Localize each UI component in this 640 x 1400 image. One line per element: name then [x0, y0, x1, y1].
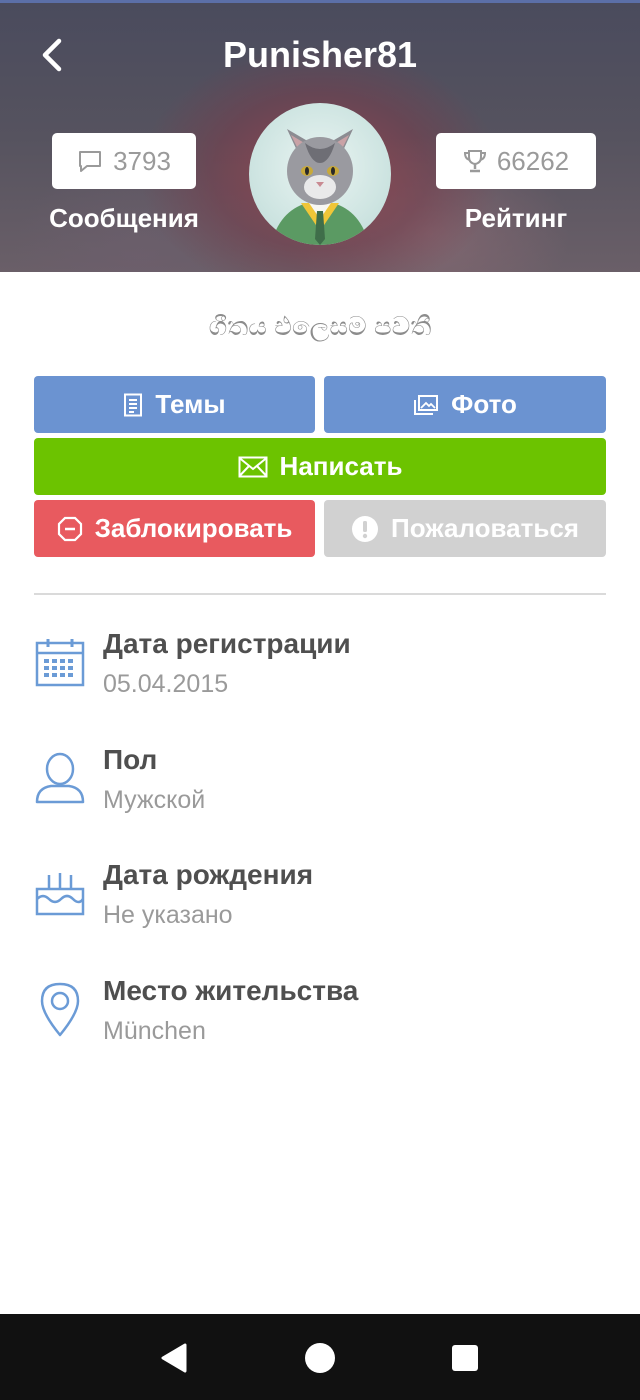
report-button-label: Пожаловаться — [391, 513, 579, 543]
messages-count-badge[interactable]: 3793 — [52, 133, 196, 189]
location-pin-icon — [34, 979, 86, 1039]
envelope-icon — [238, 456, 268, 477]
topics-button[interactable]: Темы — [34, 376, 315, 433]
block-button-label: Заблокировать — [94, 513, 293, 543]
rating-badge[interactable]: 66262 — [436, 133, 596, 189]
section-divider — [34, 593, 606, 595]
profile-status-text: ගීතය එලෙසම පවතී — [208, 311, 432, 341]
trophy-icon — [463, 150, 486, 173]
exclamation-circle-icon — [352, 515, 379, 542]
block-button[interactable]: Заблокировать — [34, 500, 315, 557]
system-navigation-bar — [0, 1314, 640, 1400]
back-triangle-icon — [161, 1343, 187, 1373]
birthday-cake-icon — [34, 863, 86, 923]
rating-value: 66262 — [496, 145, 570, 176]
info-value: Мужской — [103, 786, 206, 814]
info-row-residence: Место жительства München — [0, 973, 640, 1063]
messages-count: 3793 — [113, 145, 171, 176]
calendar-icon — [34, 632, 86, 692]
info-title: Дата рождения — [103, 859, 314, 890]
cat-avatar-image — [271, 129, 369, 245]
profile-header: Punisher81 3793 Сообщения 66262 Рейтинг — [0, 0, 640, 272]
rating-label: Рейтинг — [464, 203, 568, 233]
page-title: Punisher81 — [222, 34, 418, 75]
report-button[interactable]: Пожаловаться — [324, 500, 606, 557]
info-value: München — [103, 1017, 206, 1045]
home-circle-icon — [305, 1343, 335, 1373]
nav-back-button[interactable] — [156, 1340, 192, 1376]
write-message-button[interactable]: Написать — [34, 438, 606, 495]
block-octagon-icon — [57, 516, 82, 541]
info-title: Место жительства — [103, 975, 359, 1006]
recents-square-icon — [452, 1345, 478, 1371]
photo-button-label: Фото — [451, 389, 517, 419]
info-title: Дата регистрации — [103, 628, 351, 659]
info-title: Пол — [103, 744, 158, 775]
nav-recents-button[interactable] — [447, 1340, 483, 1376]
write-message-button-label: Написать — [279, 451, 403, 481]
topics-button-label: Темы — [155, 389, 226, 419]
avatar[interactable] — [249, 103, 391, 245]
info-row-registration-date: Дата регистрации 05.04.2015 — [0, 626, 640, 716]
chat-bubble-icon — [79, 151, 102, 172]
nav-home-button[interactable] — [302, 1340, 338, 1376]
messages-label: Сообщения — [49, 203, 199, 233]
photo-button[interactable]: Фото — [324, 376, 606, 433]
document-icon — [124, 393, 143, 416]
gallery-icon — [414, 394, 439, 415]
info-row-birth-date: Дата рождения Не указано — [0, 857, 640, 947]
info-value: 05.04.2015 — [103, 670, 229, 698]
info-value: Не указано — [103, 901, 233, 929]
person-icon — [34, 748, 86, 808]
info-row-gender: Пол Мужской — [0, 742, 640, 832]
